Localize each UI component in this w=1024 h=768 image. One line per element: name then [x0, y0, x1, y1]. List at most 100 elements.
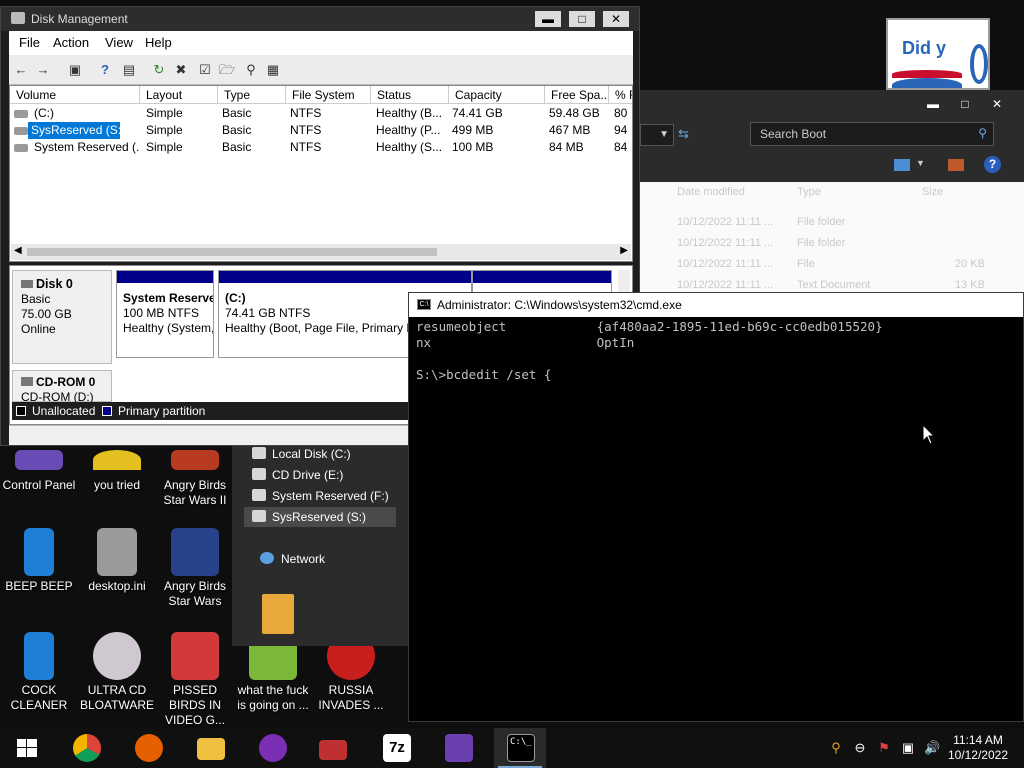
check-icon[interactable]: ☑: [197, 62, 213, 78]
col-date[interactable]: Date modified: [677, 186, 745, 198]
cdrom-name: CD-ROM 0: [21, 375, 103, 390]
col-type[interactable]: Type: [218, 86, 286, 104]
back-icon[interactable]: ←: [13, 62, 29, 78]
col-status[interactable]: Status: [371, 86, 449, 104]
delete-icon[interactable]: ✖: [173, 62, 189, 78]
help-icon[interactable]: ?: [984, 156, 1001, 173]
partition-system-reserved[interactable]: System Reserve 100 MB NTFS Healthy (Syst…: [116, 270, 214, 358]
nav-item-local-disk-c[interactable]: Local Disk (C:): [244, 444, 396, 464]
desktop-icon-you-tried[interactable]: you tried: [78, 450, 156, 493]
scroll-right-icon[interactable]: ▶: [620, 245, 628, 256]
list-item[interactable]: 10/12/2022 11:11 ... File folder: [677, 237, 1017, 257]
network-icon[interactable]: ▣: [900, 740, 916, 756]
desktop-icon-angry-birds-star-wars[interactable]: Angry Birds Star Wars: [156, 528, 234, 609]
nav-item-system-reserved-f[interactable]: System Reserved (F:): [244, 486, 396, 506]
cd-drive-icon: [252, 468, 266, 480]
taskbar-file-explorer[interactable]: [184, 728, 236, 768]
help-icon[interactable]: ?: [97, 62, 113, 78]
image-thumbnail[interactable]: Did y: [886, 18, 990, 90]
forward-icon[interactable]: →: [35, 62, 51, 78]
recycle-bin-icon: [24, 528, 54, 576]
taskbar-toolbox[interactable]: [306, 728, 358, 768]
search-icon[interactable]: ⚲: [978, 126, 987, 140]
menu-help[interactable]: Help: [145, 35, 172, 50]
nav-item-sysreserved-s[interactable]: SysReserved (S:): [244, 507, 396, 527]
view-icon[interactable]: [894, 159, 910, 171]
clock[interactable]: 11:14 AM 10/12/2022: [948, 733, 1008, 763]
refresh-icon[interactable]: ⇆: [678, 126, 689, 142]
cmd-titlebar[interactable]: C:\ Administrator: C:\Windows\system32\c…: [409, 293, 1023, 317]
view-dropdown-icon[interactable]: ▼: [916, 158, 925, 168]
list-item[interactable]: 10/12/2022 11:11 ... File folder: [677, 216, 1017, 236]
volume-icon[interactable]: 🔊: [924, 740, 940, 756]
refresh-icon[interactable]: ↻: [151, 62, 167, 78]
col-type[interactable]: Type: [797, 186, 821, 198]
explorer-titlebar[interactable]: ▬ □ ✕: [640, 90, 1024, 118]
taskbar-firefox[interactable]: [122, 728, 174, 768]
desktop-icon-cock-cleaner[interactable]: COCK CLEANER: [0, 632, 78, 713]
desktop-icon-desktop-ini[interactable]: desktop.ini: [78, 528, 156, 594]
minimize-icon[interactable]: ▬: [920, 96, 946, 112]
address-dropdown[interactable]: ▼: [640, 124, 674, 146]
explorer-window[interactable]: ▬ □ ✕ ▼ ⇆ Search Boot ⚲ ▼ ? Date modifie…: [640, 90, 1024, 305]
cell-fs: NTFS: [290, 123, 322, 137]
show-hide-console-tree-icon[interactable]: ▣: [67, 62, 83, 78]
legend-swatch-unallocated: [16, 406, 26, 416]
search-icon[interactable]: ⚲: [828, 740, 844, 756]
item-type: File folder: [797, 237, 846, 249]
horizontal-scrollbar[interactable]: ◀ ▶: [11, 244, 631, 260]
minus-circle-icon[interactable]: ⊖: [852, 740, 868, 756]
nav-item-network[interactable]: Network: [238, 549, 390, 569]
scroll-left-icon[interactable]: ◀: [14, 245, 22, 256]
menu-file[interactable]: File: [19, 35, 40, 50]
maximize-icon[interactable]: □: [569, 11, 595, 27]
flag-icon[interactable]: ⚑: [876, 740, 892, 756]
properties-list-icon[interactable]: ▦: [265, 62, 281, 78]
desktop-icon-control-panel[interactable]: Control Panel: [0, 450, 78, 493]
cell-layout: Simple: [146, 140, 183, 154]
list-item[interactable]: 10/12/2022 11:11 ... File 20 KB: [677, 258, 1017, 278]
settings-file-icon: [97, 528, 137, 576]
nav-item-cd-drive-e[interactable]: CD Drive (E:): [244, 465, 396, 485]
taskbar-visual-studio[interactable]: [432, 728, 484, 768]
properties-icon[interactable]: ▤: [121, 62, 137, 78]
scrollbar-thumb[interactable]: [27, 248, 437, 256]
search-icon[interactable]: ⚲: [243, 62, 259, 78]
maximize-icon[interactable]: □: [952, 96, 978, 112]
col-free-space[interactable]: Free Spa...: [545, 86, 609, 104]
desktop-icon-ultra-cd-bloatware[interactable]: ULTRA CD BLOATWARE: [78, 632, 156, 713]
taskbar-7zip[interactable]: 7z: [370, 728, 422, 768]
desktop-icon-angry-birds-star-wars-2[interactable]: Angry Birds Star Wars II: [156, 450, 234, 508]
cdrom-label[interactable]: CD-ROM 0 CD-ROM (D:): [12, 370, 112, 404]
desktop-icon-beep-beep[interactable]: BEEP BEEP: [0, 528, 78, 594]
col-layout[interactable]: Layout: [140, 86, 218, 104]
cell-capacity: 100 MB: [452, 140, 494, 154]
search-box[interactable]: Search Boot ⚲: [750, 122, 994, 146]
cmd-output[interactable]: resumeobject {af480aa2-1895-11ed-b69c-cc…: [416, 319, 883, 383]
icon-label: RUSSIA INVADES ...: [318, 683, 384, 712]
start-button[interactable]: [0, 728, 52, 768]
col-volume[interactable]: Volume: [10, 86, 140, 104]
close-icon[interactable]: ✕: [603, 11, 629, 27]
cmd-window[interactable]: C:\ Administrator: C:\Windows\system32\c…: [408, 292, 1024, 722]
preview-pane-icon[interactable]: [948, 159, 964, 171]
nav-label: Network: [281, 552, 326, 566]
taskbar-chrome[interactable]: [60, 728, 112, 768]
taskbar-cmd[interactable]: C:\_: [494, 728, 546, 768]
dm-titlebar[interactable]: Disk Management ▬ □ ✕: [1, 7, 639, 31]
menu-action[interactable]: Action: [53, 35, 89, 50]
folder-icon[interactable]: [262, 594, 294, 634]
col-size[interactable]: Size: [922, 186, 943, 198]
col-file-system[interactable]: File System: [286, 86, 371, 104]
close-icon[interactable]: ✕: [984, 96, 1010, 112]
open-folder-icon[interactable]: 🗁: [219, 62, 235, 78]
partition-bar: [219, 271, 471, 283]
col-percent-free[interactable]: % F: [609, 86, 632, 104]
menu-view[interactable]: View: [105, 35, 133, 50]
file-list: Date modified Type Size 10/12/2022 11:11…: [640, 182, 1024, 305]
desktop-icon-pissed-birds[interactable]: PISSED BIRDS IN VIDEO G...: [156, 632, 234, 728]
col-capacity[interactable]: Capacity: [449, 86, 545, 104]
disk0-label[interactable]: Disk 0 Basic 75.00 GB Online: [12, 270, 112, 364]
minimize-icon[interactable]: ▬: [535, 11, 561, 27]
taskbar-yahoo-messenger[interactable]: [246, 728, 298, 768]
